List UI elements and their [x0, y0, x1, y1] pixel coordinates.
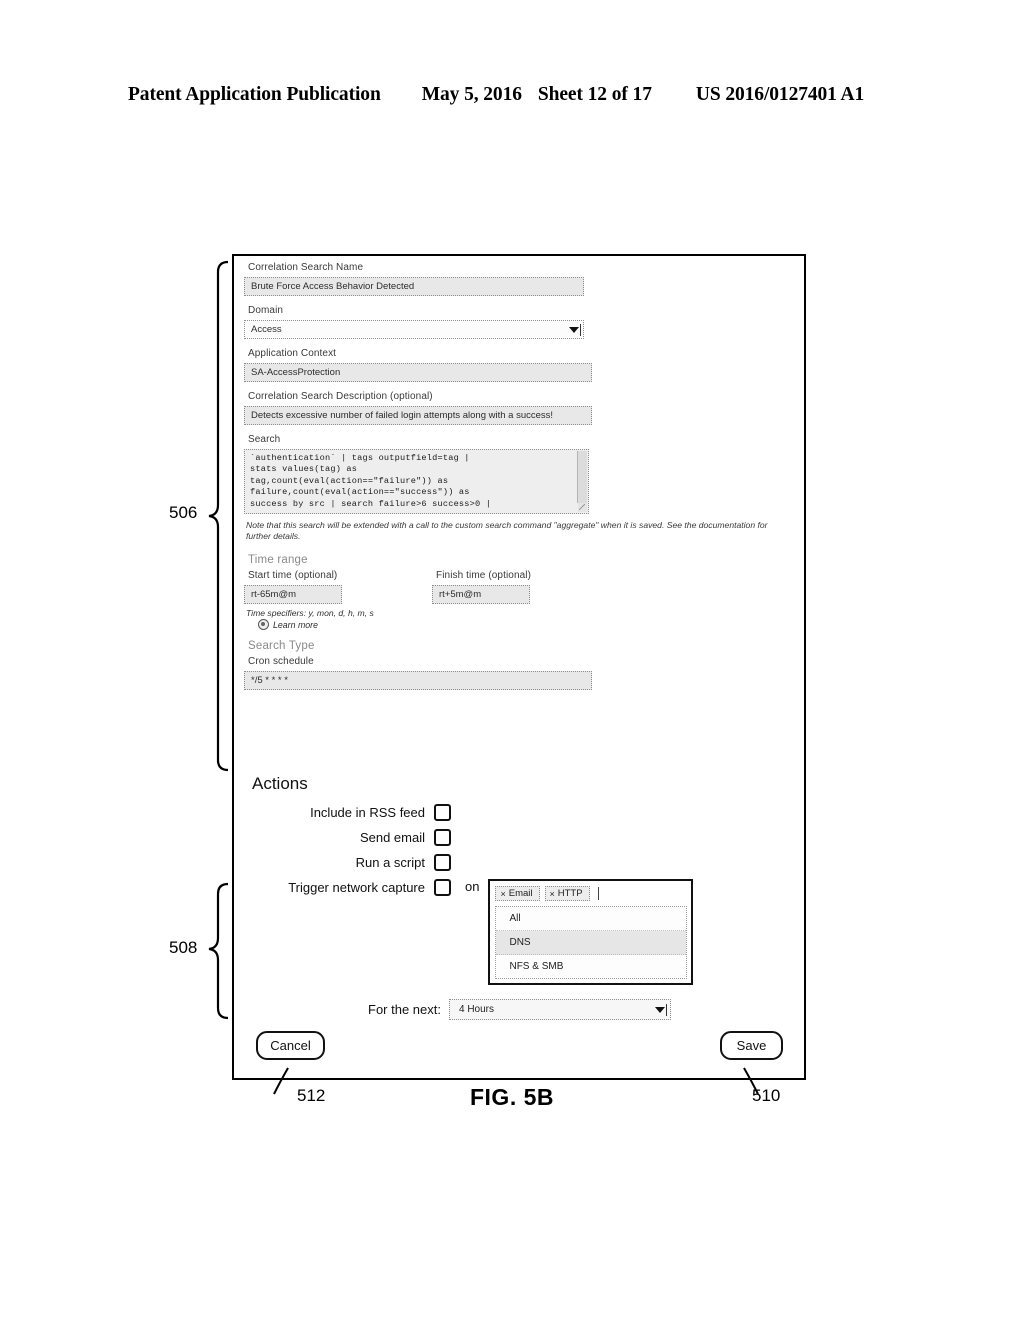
option-all[interactable]: All: [496, 907, 687, 931]
start-time-input[interactable]: rt-65m@m: [244, 585, 342, 604]
remove-icon[interactable]: ×: [500, 889, 505, 899]
brace-506: [208, 260, 229, 772]
token-http-label: HTTP: [557, 888, 583, 899]
network-capture-label: Trigger network capture: [288, 880, 425, 895]
ref-number-506: 506: [169, 503, 198, 522]
domain-select-value: Access: [251, 324, 282, 335]
search-name-input[interactable]: Brute Force Access Behavior Detected: [244, 277, 584, 296]
time-specifiers-hint: Time specifiers: y, mon, d, h, m, s: [246, 608, 374, 618]
learn-more-label: Learn more: [273, 619, 318, 630]
finish-time-group: Finish time (optional) rt+5m@m: [432, 570, 632, 608]
action-row-network-capture: Trigger network capture on × Email × HTT…: [244, 879, 798, 985]
patent-number: US 2016/0127401 A1: [695, 84, 865, 105]
network-capture-checkbox[interactable]: [434, 879, 451, 896]
duration-select[interactable]: 4 Hours: [448, 999, 671, 1020]
search-name-label: Correlation Search Name: [248, 262, 364, 273]
aggregate-note: Note that this search will be extended w…: [246, 520, 768, 541]
search-query-text: `authentication` | tags outputfield=tag …: [250, 453, 492, 509]
start-time-group: Start time (optional) rt-65m@m: [244, 570, 432, 608]
learn-more-link[interactable]: Learn more: [258, 619, 798, 630]
description-label: Correlation Search Description (optional…: [248, 391, 433, 402]
application-context-input[interactable]: SA-AccessProtection: [244, 363, 592, 382]
run-script-label: Run a script: [355, 855, 425, 870]
search-query-textarea[interactable]: `authentication` | tags outputfield=tag …: [244, 449, 589, 514]
brace-508: [208, 882, 229, 1020]
chevron-down-icon: [569, 324, 581, 336]
rss-label: Include in RSS feed: [310, 805, 425, 820]
publication-date: May 5, 2016: [421, 84, 522, 105]
token-email[interactable]: × Email: [495, 886, 540, 901]
option-dns[interactable]: DNS: [496, 931, 687, 955]
application-context-label: Application Context: [248, 348, 337, 359]
finish-time-input[interactable]: rt+5m@m: [432, 585, 530, 604]
action-row-email: Send email: [244, 829, 798, 846]
start-time-label: Start time (optional): [248, 570, 338, 581]
duration-select-value: 4 Hours: [458, 1004, 494, 1015]
patent-header: Patent Application Publication May 5, 20…: [128, 84, 896, 106]
sheet-number: Sheet 12 of 17: [537, 84, 652, 105]
textarea-scrollbar[interactable]: [577, 451, 587, 503]
rss-checkbox[interactable]: [434, 804, 451, 821]
actions-title: Actions: [252, 774, 308, 793]
text-caret: [597, 887, 599, 900]
domain-select[interactable]: Access: [244, 320, 584, 339]
send-email-checkbox[interactable]: [434, 829, 451, 846]
description-input[interactable]: Detects excessive number of failed login…: [244, 406, 592, 425]
token-email-label: Email: [508, 888, 533, 899]
on-word-label: on: [465, 879, 480, 894]
finish-time-label: Finish time (optional): [436, 570, 532, 581]
resize-handle-icon[interactable]: [578, 503, 587, 512]
correlation-search-dialog: Correlation Search Name Brute Force Acce…: [232, 254, 806, 1080]
correlation-search-form: Correlation Search Name Brute Force Acce…: [244, 262, 798, 699]
save-button[interactable]: Save: [720, 1031, 783, 1060]
duration-label: For the next:: [368, 1002, 441, 1017]
action-row-script: Run a script: [244, 854, 798, 871]
option-nfs-smb[interactable]: NFS & SMB: [496, 955, 687, 978]
remove-icon[interactable]: ×: [550, 889, 555, 899]
send-email-label: Send email: [359, 830, 425, 845]
token-http[interactable]: × HTTP: [544, 886, 590, 901]
actions-section: Actions Include in RSS feed Send email R…: [244, 774, 798, 1020]
run-script-checkbox[interactable]: [434, 854, 451, 871]
selected-tokens: × Email × HTTP: [495, 885, 687, 902]
info-icon: [258, 619, 269, 630]
cron-schedule-label: Cron schedule: [248, 656, 314, 667]
publication-label: Patent Application Publication: [128, 84, 381, 105]
chevron-down-icon: [654, 1004, 667, 1016]
search-type-heading: Search Type: [248, 640, 315, 652]
cron-schedule-input[interactable]: */5 * * * *: [244, 671, 592, 690]
time-range-heading: Time range: [248, 554, 308, 566]
capture-protocol-multiselect[interactable]: × Email × HTTP All DNS NFS & SMB: [488, 879, 694, 985]
duration-row: For the next: 4 Hours: [244, 999, 798, 1020]
ref-number-508: 508: [169, 938, 198, 957]
action-row-rss: Include in RSS feed: [244, 804, 798, 821]
domain-label: Domain: [248, 305, 284, 316]
search-query-label: Search: [248, 434, 281, 445]
time-range-row: Start time (optional) rt-65m@m Finish ti…: [244, 570, 798, 608]
figure-caption: FIG. 5B: [469, 1084, 554, 1110]
cancel-button[interactable]: Cancel: [256, 1031, 325, 1060]
capture-options-list: All DNS NFS & SMB: [495, 906, 688, 979]
